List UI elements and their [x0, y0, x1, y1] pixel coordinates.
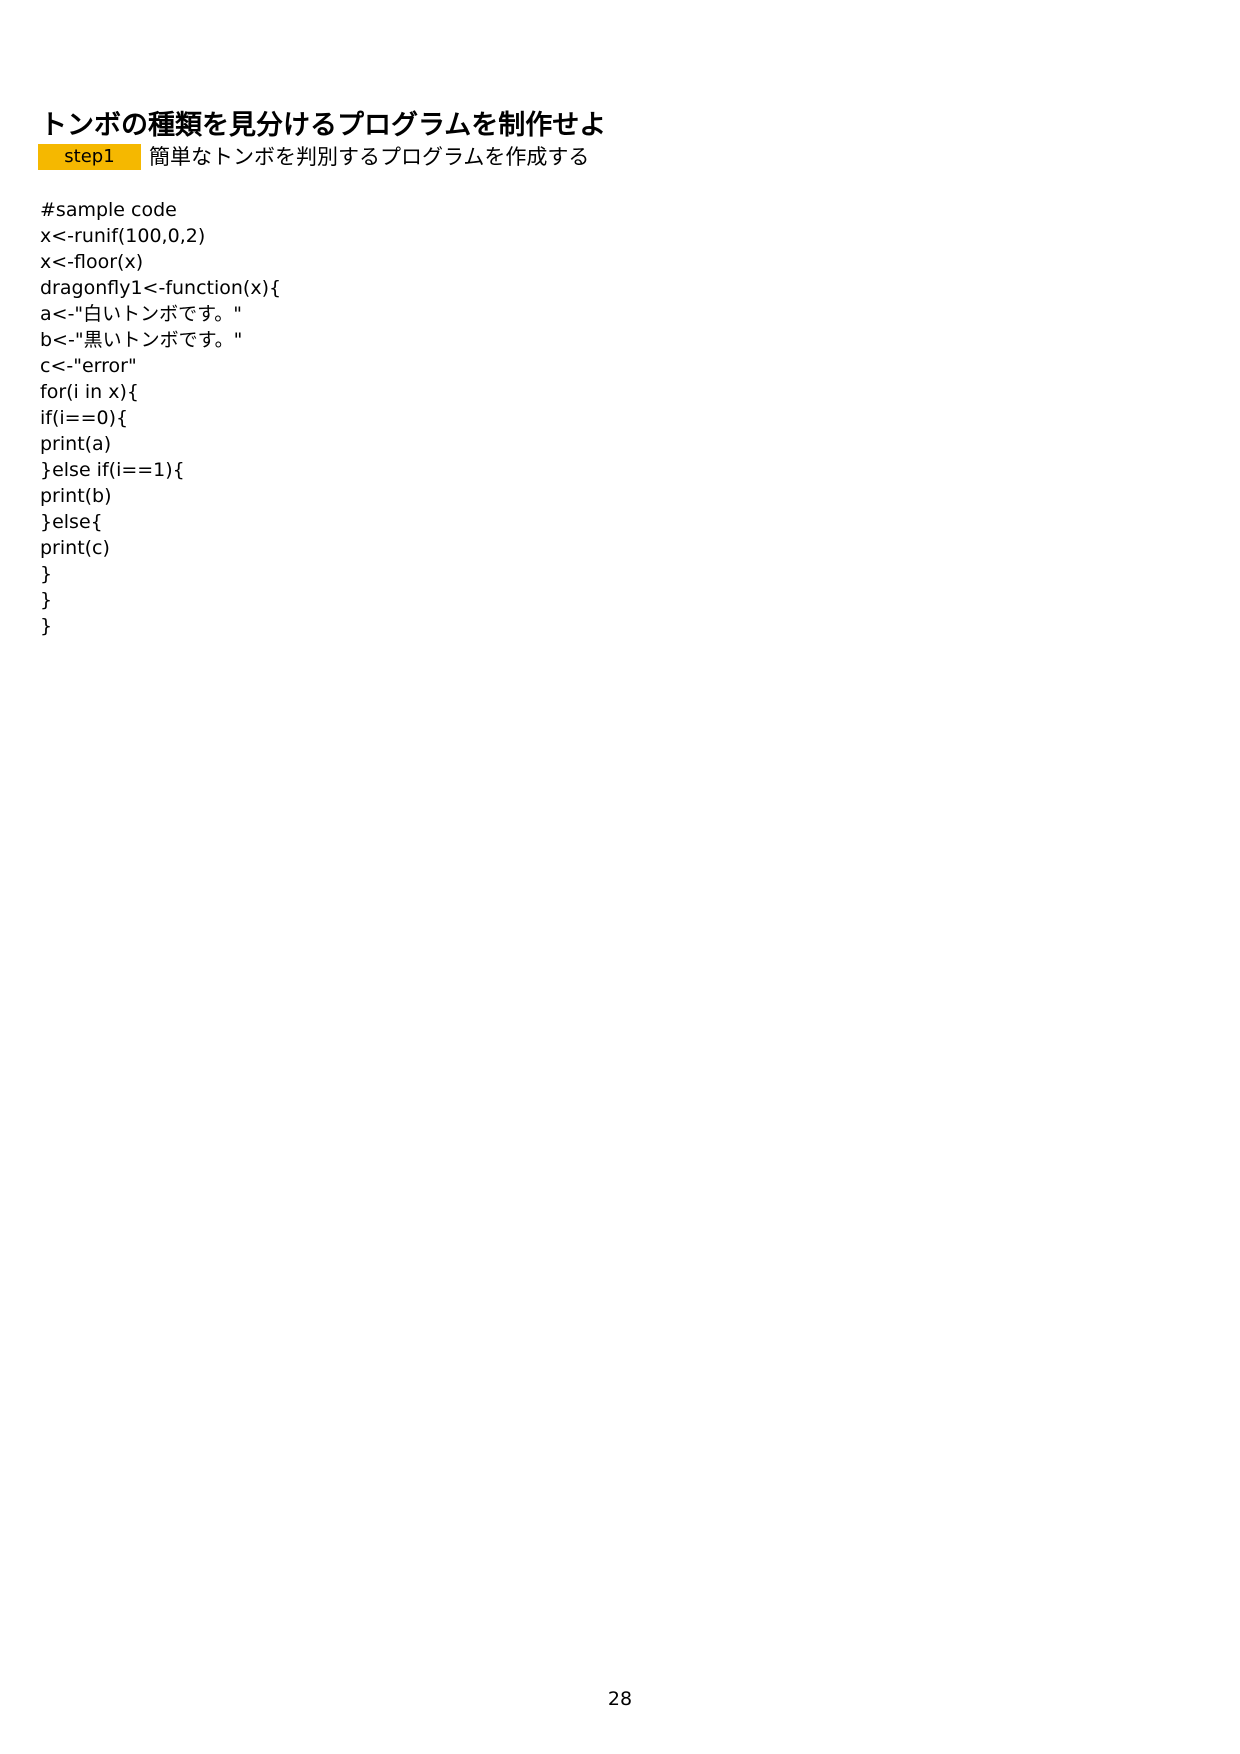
code-line: dragonfly1<-function(x){ — [40, 277, 282, 299]
code-line: for(i in x){ — [40, 381, 139, 403]
code-line: } — [40, 589, 53, 611]
code-line: if(i==0){ — [40, 407, 129, 429]
code-line: c<-"error" — [40, 355, 137, 377]
code-line: x<-runif(100,0,2) — [40, 225, 206, 247]
code-line: }else if(i==1){ — [40, 459, 185, 481]
step-description: 簡単なトンボを判別するプログラムを作成する — [149, 145, 590, 169]
code-line: a<-"白いトンボです。" — [40, 303, 242, 325]
sample-code-block: #sample code x<-runif(100,0,2) x<-floor(… — [40, 197, 281, 639]
code-line: print(b) — [40, 485, 112, 507]
code-line: print(a) — [40, 433, 112, 455]
page-title: トンボの種類を見分けるプログラムを制作せよ — [40, 110, 607, 141]
document-page: トンボの種類を見分けるプログラムを制作せよ step1 簡単なトンボを判別するプ… — [0, 0, 1240, 1754]
code-line: x<-floor(x) — [40, 251, 144, 273]
code-line: } — [40, 615, 53, 637]
code-line: }else{ — [40, 511, 103, 533]
code-line: } — [40, 563, 53, 585]
code-line: b<-"黒いトンボです。" — [40, 329, 243, 351]
code-line: print(c) — [40, 537, 110, 559]
code-line: #sample code — [40, 199, 177, 221]
step-badge: step1 — [38, 144, 141, 170]
page-number: 28 — [607, 1688, 633, 1710]
step-header: step1 簡単なトンボを判別するプログラムを作成する — [38, 144, 589, 170]
